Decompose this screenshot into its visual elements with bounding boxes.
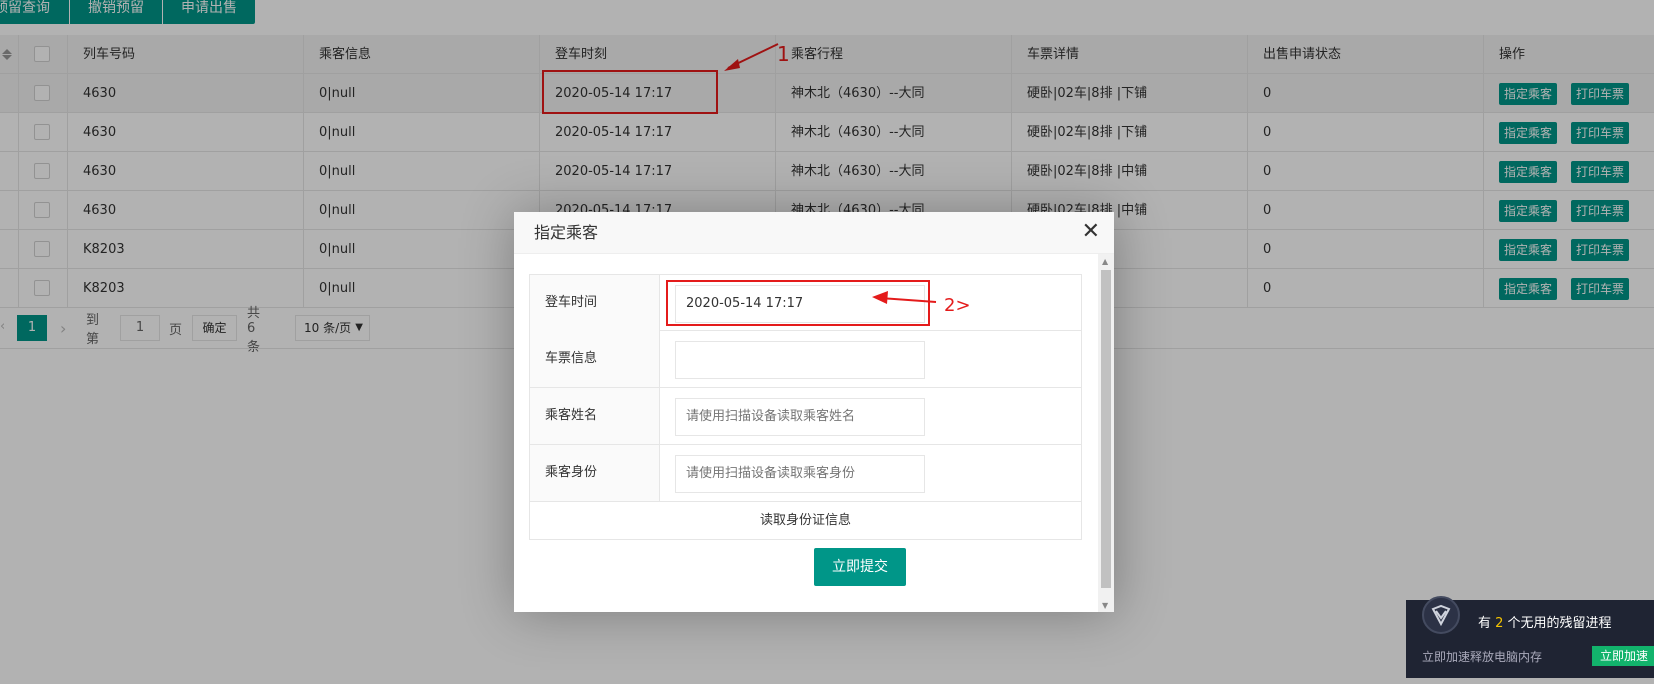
form-row-ticket-info: 车票信息 [529,331,1082,388]
notification-title: 有 2 个无用的残留进程 [1478,612,1612,631]
dialog-title: 指定乘客 [514,212,1114,254]
passenger-name-label: 乘客姓名 [530,388,660,444]
notification-prefix: 有 [1478,616,1496,631]
scroll-thumb[interactable] [1101,270,1111,588]
annotation-label-2: 2> [944,295,971,316]
passenger-id-field[interactable]: 请使用扫描设备读取乘客身份 [675,455,925,493]
assign-passenger-dialog: 指定乘客 ✕ 登车时间 2020-05-14 17:17 车票信息 乘客姓名 请… [514,212,1114,612]
ticket-info-field[interactable] [675,341,925,379]
speed-up-button[interactable]: 立即加速 [1592,646,1654,666]
shield-icon [1422,596,1460,634]
boarding-time-label: 登车时间 [530,275,660,331]
passenger-id-label: 乘客身份 [530,445,660,501]
read-id-card-button[interactable]: 读取身份证信息 [529,502,1082,540]
form-row-passenger-id: 乘客身份 请使用扫描设备读取乘客身份 [529,445,1082,502]
ticket-info-label: 车票信息 [530,331,660,387]
passenger-name-field[interactable]: 请使用扫描设备读取乘客姓名 [675,398,925,436]
scroll-down-icon[interactable]: ▼ [1102,601,1108,610]
form-row-passenger-name: 乘客姓名 请使用扫描设备读取乘客姓名 [529,388,1082,445]
annotation-arrow-2 [872,291,937,304]
notification-subtitle: 立即加速释放电脑内存 [1422,650,1543,664]
close-icon[interactable]: ✕ [1082,221,1100,243]
scroll-up-icon[interactable]: ▲ [1102,257,1108,266]
submit-button[interactable]: 立即提交 [814,548,906,586]
notification-popup: 有 2 个无用的残留进程 立即加速释放电脑内存 立即加速 [1406,596,1654,678]
notification-suffix: 个无用的残留进程 [1503,616,1612,631]
dialog-scrollbar[interactable]: ▲ ▼ [1098,254,1114,612]
